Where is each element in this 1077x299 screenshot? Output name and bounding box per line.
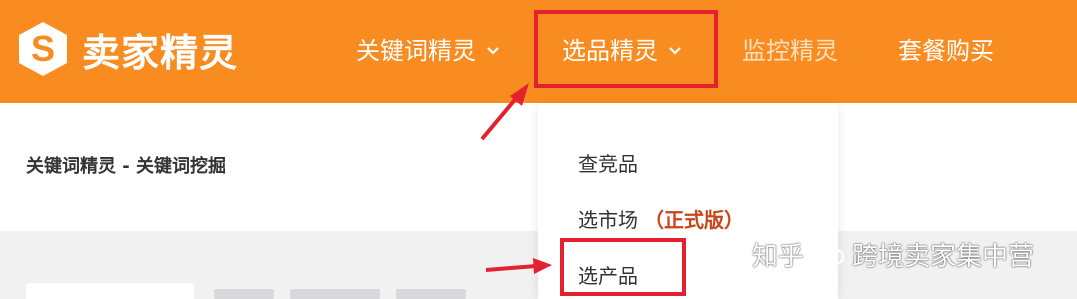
dropdown-item-market-selection[interactable]: 选市场 （正式版） (578, 204, 744, 233)
watermark-right: 跨境卖家集中营 (852, 241, 1035, 272)
watermark-left: 知乎 (752, 241, 805, 272)
page: S 卖家精灵 关键词精灵 选品精灵 监控精灵 套餐购买 关键词精灵 - 关键词挖… (0, 0, 1077, 299)
dropdown-item-label: 选市场 (578, 208, 638, 232)
content-card (26, 283, 194, 299)
wechat-icon (813, 242, 845, 266)
breadcrumb: 关键词精灵 - 关键词挖掘 (26, 156, 227, 177)
highlight-box-product-selection (560, 238, 686, 296)
logo-letter: S (31, 28, 55, 69)
nav-keyword-wizard-label: 关键词精灵 (356, 37, 476, 65)
nav-plan-purchase-label: 套餐购买 (898, 37, 994, 65)
faint-text-line (214, 289, 274, 299)
watermark: 知乎 跨境卖家集中营 (752, 234, 1034, 274)
brand-name: 卖家精灵 (82, 30, 239, 75)
faint-text-line (290, 289, 380, 299)
faint-text-line (396, 289, 466, 299)
dropdown-item-label: 查竞品 (578, 152, 638, 176)
highlight-box-product-wizard (534, 10, 718, 88)
official-version-tag: （正式版） (644, 208, 744, 232)
brand-hexagon-icon: S (19, 22, 67, 76)
nav-plan-purchase[interactable]: 套餐购买 (898, 28, 994, 74)
nav-monitor-wizard[interactable]: 监控精灵 (742, 28, 838, 74)
brand-logo[interactable]: S 卖家精灵 (14, 16, 238, 82)
nav-monitor-wizard-label: 监控精灵 (742, 37, 838, 65)
chevron-down-icon (487, 47, 499, 55)
dropdown-item-competitor-lookup[interactable]: 查竞品 (578, 148, 638, 177)
nav-keyword-wizard[interactable]: 关键词精灵 (356, 28, 500, 74)
